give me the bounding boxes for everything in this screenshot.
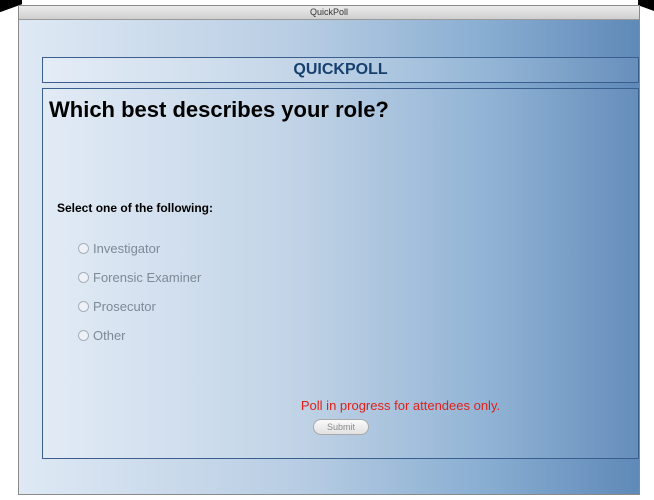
option-label: Prosecutor (93, 299, 156, 314)
poll-question: Which best describes your role? (49, 97, 389, 122)
option-investigator[interactable]: Investigator (78, 234, 201, 263)
poll-instruction: Select one of the following: (57, 201, 213, 215)
screen: QuickPoll QUICKPOLL Which best describes… (0, 0, 654, 500)
option-label: Forensic Examiner (93, 270, 202, 285)
radio-button[interactable] (78, 272, 89, 283)
submit-button[interactable]: Submit (313, 419, 369, 435)
quickpoll-window: QuickPoll QUICKPOLL Which best describes… (18, 5, 640, 495)
poll-header: QUICKPOLL (42, 57, 639, 83)
window-content: QUICKPOLL Which best describes your role… (19, 20, 639, 494)
window-titlebar[interactable]: QuickPoll (19, 6, 639, 20)
corner-artifact (638, 0, 654, 14)
poll-status-message: Poll in progress for attendees only. (300, 398, 501, 413)
option-other[interactable]: Other (78, 321, 201, 350)
poll-panel: Which best describes your role? Select o… (42, 88, 639, 459)
radio-button[interactable] (78, 243, 89, 254)
radio-button[interactable] (78, 330, 89, 341)
window-title: QuickPoll (309, 7, 348, 17)
option-label: Investigator (93, 241, 161, 256)
option-prosecutor[interactable]: Prosecutor (78, 292, 201, 321)
option-forensic-examiner[interactable]: Forensic Examiner (78, 263, 201, 292)
radio-button[interactable] (78, 301, 89, 312)
option-label: Other (93, 328, 126, 343)
poll-options: Investigator Forensic Examiner Prosecuto… (78, 234, 201, 350)
